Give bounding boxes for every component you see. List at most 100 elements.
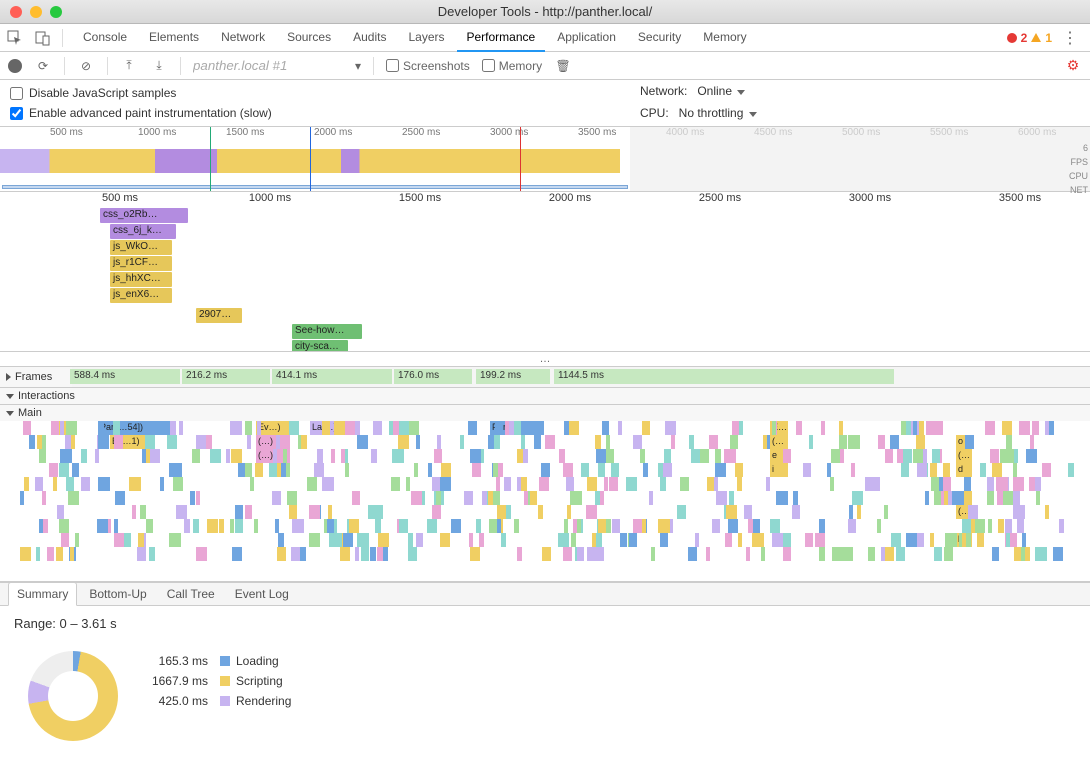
network-request[interactable]: js_hhXC…: [110, 272, 172, 287]
flame-bar[interactable]: [587, 477, 597, 491]
flame-bar[interactable]: [398, 435, 409, 449]
flame-bar[interactable]: [793, 491, 798, 505]
flame-bar[interactable]: [273, 449, 277, 463]
flame-bar[interactable]: [738, 533, 742, 547]
flame-bar[interactable]: [977, 533, 984, 547]
flame-bar[interactable]: d: [956, 463, 972, 477]
flame-bar[interactable]: [618, 421, 622, 435]
flame-bar[interactable]: [840, 449, 844, 463]
flame-bar[interactable]: [81, 449, 87, 463]
flame-bar[interactable]: [219, 519, 224, 533]
inspect-icon[interactable]: [6, 29, 24, 47]
flame-bar[interactable]: [357, 533, 368, 547]
flame-bar[interactable]: [581, 463, 589, 477]
flame-bar[interactable]: [493, 435, 500, 449]
flame-bar[interactable]: [1013, 463, 1017, 477]
flame-bar[interactable]: [245, 505, 252, 519]
flame-bar[interactable]: [476, 519, 481, 533]
flame-bar[interactable]: [399, 519, 408, 533]
flame-bar[interactable]: [542, 547, 551, 561]
flame-bar[interactable]: [411, 491, 422, 505]
flame-bar[interactable]: [545, 435, 555, 449]
flame-bar[interactable]: [167, 435, 176, 449]
tab-memory[interactable]: Memory: [693, 24, 756, 52]
flame-bar[interactable]: [451, 519, 461, 533]
flame-bar[interactable]: [1000, 449, 1010, 463]
flame-bar[interactable]: [968, 505, 978, 519]
frame-chip[interactable]: 176.0 ms: [394, 369, 472, 384]
flame-bar[interactable]: [29, 435, 36, 449]
flame-bar[interactable]: [523, 449, 528, 463]
flame-bar[interactable]: [514, 421, 521, 435]
flame-bar[interactable]: [1006, 533, 1010, 547]
flame-bar[interactable]: [832, 547, 836, 561]
flame-bar[interactable]: [796, 421, 802, 435]
flame-bar[interactable]: [521, 435, 525, 449]
flame-bar[interactable]: [283, 449, 288, 463]
flame-bar[interactable]: [725, 533, 732, 547]
flame-bar[interactable]: [783, 547, 792, 561]
flame-bar[interactable]: [361, 547, 369, 561]
flame-bar[interactable]: [886, 547, 892, 561]
flame-bar[interactable]: [196, 491, 200, 505]
flame-bar[interactable]: [392, 449, 403, 463]
flame-bar[interactable]: [371, 449, 377, 463]
flame-bar[interactable]: [432, 477, 441, 491]
flame-bar[interactable]: [665, 421, 676, 435]
flame-bar[interactable]: [328, 505, 332, 519]
error-count[interactable]: 2: [1021, 31, 1028, 45]
flame-bar[interactable]: [145, 435, 155, 449]
flame-bar[interactable]: [715, 449, 721, 463]
download-icon[interactable]: ⤓: [150, 57, 168, 75]
tab-audits[interactable]: Audits: [343, 24, 396, 52]
flame-bar[interactable]: [300, 547, 306, 561]
flame-bar[interactable]: [930, 463, 937, 477]
flame-bar[interactable]: [1005, 519, 1012, 533]
flame-bar[interactable]: [730, 435, 738, 449]
flame-bar[interactable]: [72, 463, 80, 477]
flame-bar[interactable]: [173, 477, 183, 491]
flame-bar[interactable]: [1045, 505, 1049, 519]
record-button[interactable]: [8, 59, 22, 73]
flame-bar[interactable]: [563, 547, 572, 561]
flame-bar[interactable]: [42, 435, 46, 449]
flame-bar[interactable]: [307, 477, 316, 491]
flame-bar[interactable]: [488, 491, 493, 505]
flame-bar[interactable]: [49, 463, 57, 477]
flame-bar[interactable]: [896, 547, 905, 561]
flame-bar[interactable]: [819, 547, 825, 561]
flame-bar[interactable]: [407, 421, 419, 435]
flame-bar[interactable]: [906, 421, 911, 435]
flame-bar[interactable]: [577, 519, 581, 533]
flame-bar[interactable]: [349, 519, 359, 533]
flame-bar[interactable]: [35, 477, 42, 491]
flame-bar[interactable]: [68, 491, 79, 505]
flame-bar[interactable]: [254, 519, 258, 533]
flame-bar[interactable]: [587, 547, 595, 561]
flame-bar[interactable]: [803, 463, 811, 477]
device-toggle-icon[interactable]: [34, 29, 52, 47]
flame-bar[interactable]: [728, 519, 738, 533]
flame-bar[interactable]: [964, 477, 971, 491]
flame-bar[interactable]: [137, 547, 146, 561]
flame-bar[interactable]: [897, 449, 902, 463]
flame-bar[interactable]: [761, 547, 765, 561]
flame-bar[interactable]: [602, 421, 610, 435]
network-request[interactable]: See-how…: [292, 324, 362, 339]
flame-bar[interactable]: [923, 449, 927, 463]
flame-bar[interactable]: [772, 421, 776, 435]
flame-bar[interactable]: [341, 449, 345, 463]
flame-bar[interactable]: [836, 547, 845, 561]
flame-bar[interactable]: [57, 505, 64, 519]
flame-bar[interactable]: [783, 449, 791, 463]
flame-bar[interactable]: [1009, 491, 1013, 505]
frame-chip[interactable]: 588.4 ms: [70, 369, 180, 384]
flame-bar[interactable]: [563, 463, 574, 477]
flame-bar[interactable]: [987, 477, 994, 491]
flame-bar[interactable]: [192, 449, 200, 463]
flame-bar[interactable]: [680, 477, 689, 491]
flame-bar[interactable]: [609, 477, 618, 491]
flame-bar[interactable]: [428, 463, 432, 477]
flame-bar[interactable]: [482, 491, 487, 505]
flame-bar[interactable]: [179, 421, 183, 435]
